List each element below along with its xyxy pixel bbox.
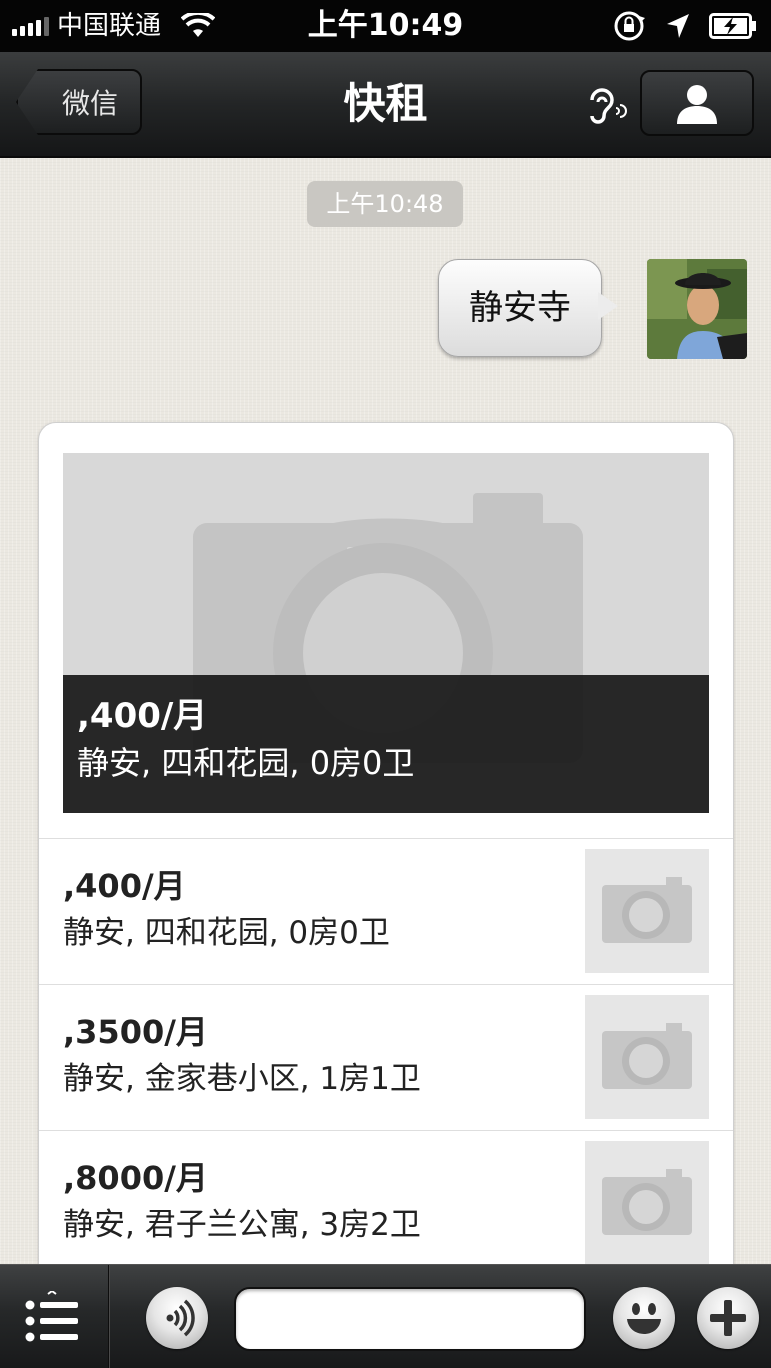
listing-row[interactable]: ,400/月 静安, 四和花园, 0房0卫 [39, 838, 733, 985]
listing-thumbnail [585, 995, 709, 1119]
emoji-button[interactable] [613, 1287, 675, 1349]
person-icon [677, 85, 717, 124]
contact-profile-button[interactable] [640, 70, 754, 136]
camera-placeholder-icon [602, 1169, 692, 1235]
avatar-photo [647, 259, 747, 359]
featured-price: ,400/月 [77, 696, 208, 736]
earpiece-mode-icon[interactable] [586, 86, 628, 124]
message-timestamp: 上午10:48 [307, 181, 463, 227]
listing-description: 静安, 四和花园, 0房0卫 [63, 915, 390, 951]
featured-caption: ,400/月 静安, 四和花园, 0房0卫 [63, 675, 709, 813]
camera-placeholder-icon [602, 1023, 692, 1089]
listing-price: ,8000/月 [63, 1159, 208, 1197]
menu-icon [25, 1291, 78, 1342]
navigation-bar: 微信 快租 [0, 52, 771, 158]
listing-card: ,400/月 静安, 四和花园, 0房0卫 ,400/月 静安, 四和花园, 0… [38, 422, 734, 1282]
bubble-tail [598, 292, 618, 320]
listing-price: ,400/月 [63, 867, 186, 905]
input-toolbar [0, 1264, 771, 1368]
listing-description: 静安, 君子兰公寓, 3房2卫 [63, 1207, 421, 1243]
emoji-icon [627, 1303, 661, 1334]
status-bar: 中国联通 上午10:49 [0, 0, 771, 52]
message-input[interactable] [234, 1287, 586, 1351]
voice-icon [166, 1299, 195, 1337]
listing-thumbnail [585, 849, 709, 973]
listing-price: ,3500/月 [63, 1013, 208, 1051]
listing-row[interactable]: ,8000/月 静安, 君子兰公寓, 3房2卫 [39, 1130, 733, 1277]
plus-icon [710, 1300, 746, 1336]
user-avatar[interactable] [647, 259, 747, 359]
camera-placeholder-icon [602, 877, 692, 943]
listing-row[interactable]: ,3500/月 静安, 金家巷小区, 1房1卫 [39, 984, 733, 1131]
menu-button[interactable] [0, 1265, 109, 1368]
location-arrow-icon [667, 14, 689, 38]
featured-listing[interactable]: ,400/月 静安, 四和花园, 0房0卫 [63, 453, 709, 813]
featured-description: 静安, 四和花园, 0房0卫 [77, 744, 415, 782]
outgoing-message-bubble[interactable]: 静安寺 [438, 259, 602, 357]
rotation-lock-icon [614, 11, 645, 41]
battery-charging-icon [709, 13, 756, 39]
listing-description: 静安, 金家巷小区, 1房1卫 [63, 1061, 421, 1097]
more-options-button[interactable] [697, 1287, 759, 1349]
listing-thumbnail [585, 1141, 709, 1265]
voice-button[interactable] [146, 1287, 208, 1349]
